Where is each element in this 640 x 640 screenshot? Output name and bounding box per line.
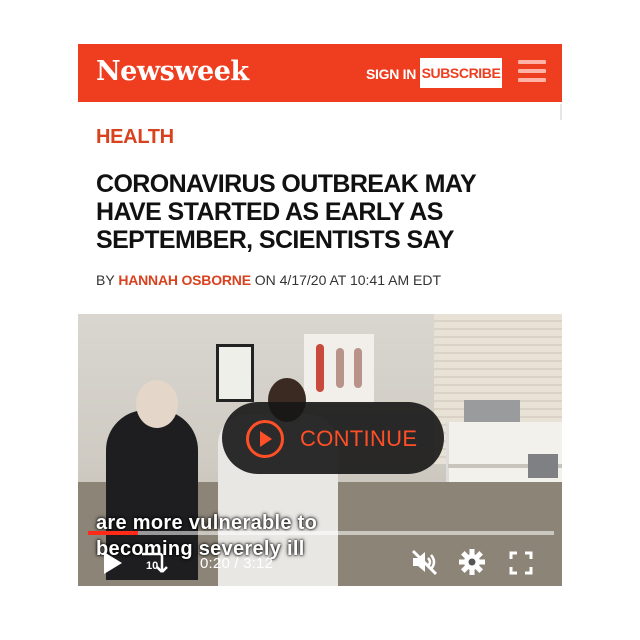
play-icon[interactable] bbox=[104, 552, 122, 574]
wall-certificate bbox=[216, 344, 254, 402]
patient-head bbox=[136, 380, 178, 428]
continue-label: CONTINUE bbox=[300, 426, 418, 451]
page-scrollbar[interactable] bbox=[560, 104, 562, 120]
background-box-2 bbox=[528, 454, 558, 478]
byline-prefix: BY bbox=[96, 272, 119, 288]
hamburger-menu-icon[interactable] bbox=[518, 60, 546, 84]
byline: BY HANNAH OSBORNE ON 4/17/20 AT 10:41 AM… bbox=[96, 272, 441, 288]
video-progress-fill bbox=[88, 531, 138, 535]
publish-date: ON 4/17/20 AT 10:41 AM EDT bbox=[250, 272, 441, 288]
muted-speaker-icon[interactable] bbox=[410, 548, 438, 576]
subscribe-button[interactable]: SUBSCRIBE bbox=[420, 58, 502, 88]
fullscreen-icon[interactable] bbox=[508, 550, 534, 576]
newsweek-logo[interactable]: Newsweek bbox=[96, 56, 249, 87]
continue-button[interactable]: CONTINUE bbox=[222, 402, 444, 474]
section-label[interactable]: HEALTH bbox=[96, 126, 174, 149]
author-link[interactable]: HANNAH OSBORNE bbox=[118, 272, 251, 288]
gear-icon[interactable] bbox=[458, 548, 486, 576]
background-box bbox=[464, 400, 520, 422]
rewind-label: 10 bbox=[146, 560, 159, 572]
time-display: 0:20 / 3:12 bbox=[200, 555, 274, 572]
sign-in-link[interactable]: SIGN IN bbox=[366, 66, 416, 82]
video-progress-bar[interactable] bbox=[88, 531, 554, 535]
continue-play-icon bbox=[246, 420, 284, 458]
article-headline: CORONAVIRUS OUTBREAK MAY HAVE STARTED AS… bbox=[96, 170, 476, 254]
anatomy-poster bbox=[304, 334, 374, 404]
site-header: Newsweek SIGN IN SUBSCRIBE bbox=[78, 44, 562, 102]
rewind-10-icon[interactable]: 10 bbox=[138, 550, 170, 576]
